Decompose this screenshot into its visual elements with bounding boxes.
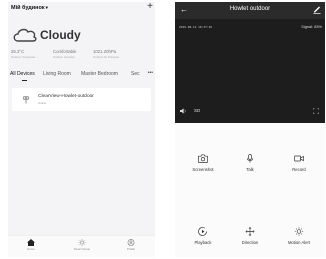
direction-button[interactable]: Direction <box>228 227 272 245</box>
video-timestamp: 2019-08-12 10:37:46 <box>179 25 213 29</box>
room-tabs: All Devices Living Room Master Bedroom S… <box>10 70 155 83</box>
tab-second-room[interactable]: Sec <box>131 71 140 77</box>
stat-value: 25.3°C <box>11 49 25 54</box>
stat-temperature: 25.3°C Outdoor Temperatu... <box>11 49 37 59</box>
signal-strength: Signal: 83% <box>301 24 322 29</box>
bottom-nav: Home Smart Scene Profile <box>8 235 155 257</box>
chevron-down-icon: ▾ <box>45 5 48 10</box>
add-icon[interactable]: + <box>147 2 153 12</box>
nav-smart-scene[interactable]: Smart Scene <box>67 239 97 251</box>
quality-toggle[interactable]: SD <box>194 108 200 113</box>
weather-stats: 25.3°C Outdoor Temperatu... Comfortable … <box>11 49 151 63</box>
nav-home[interactable]: Home <box>16 239 46 251</box>
nav-label: Profile <box>127 247 135 251</box>
cloud-icon <box>13 28 37 42</box>
live-video[interactable]: 2019-08-12 10:37:46 Signal: 83% SD <box>175 19 325 123</box>
profile-icon <box>127 239 135 246</box>
home-icon <box>27 239 35 246</box>
camera-device-icon <box>23 96 29 104</box>
playback-icon <box>198 227 207 236</box>
home-name: Мій будинок <box>11 5 45 11</box>
video-camera-icon <box>294 155 304 162</box>
control-label: Direction <box>241 240 259 245</box>
record-button[interactable]: Record <box>277 154 321 172</box>
stat-humidity: Comfortable Outdoor Humidity <box>53 49 76 59</box>
motion-alert-icon <box>294 227 304 236</box>
control-label: Playback <box>194 240 212 245</box>
edit-icon[interactable] <box>313 5 321 14</box>
microphone-icon <box>246 154 254 163</box>
stat-value: Comfortable <box>53 49 77 54</box>
control-label: Motion Alert <box>287 240 311 245</box>
camera-icon <box>198 154 208 163</box>
more-icon[interactable]: ••• <box>148 70 153 76</box>
camera-topbar: ← Howlet outdoor <box>175 2 325 19</box>
device-card[interactable]: ClearView-Howlet-outdoor Online <box>12 88 151 111</box>
home-header: Мій будинок▾ + <box>11 2 155 15</box>
fullscreen-icon[interactable] <box>313 108 319 114</box>
active-tab-indicator <box>22 80 27 81</box>
nav-label: Smart Scene <box>73 247 91 251</box>
sun-icon <box>78 239 86 246</box>
tab-living-room[interactable]: Living Room <box>43 71 71 77</box>
stat-label: Outdoor Temperatu... <box>11 55 38 59</box>
home-screen: Мій будинок▾ + Cloudy 25.3°C Outdoor Tem… <box>8 2 155 257</box>
motion-alert-button[interactable]: Motion Alert <box>277 227 321 245</box>
playback-button[interactable]: Playback <box>181 227 225 245</box>
camera-title: Howlet outdoor <box>229 6 271 12</box>
talk-button[interactable]: Talk <box>228 154 272 172</box>
camera-screen: ← Howlet outdoor 2019-08-12 10:37:46 Sig… <box>175 2 325 257</box>
device-name: ClearView-Howlet-outdoor <box>38 94 94 99</box>
weather-label: Cloudy <box>40 28 81 42</box>
direction-arrows-icon <box>245 227 255 236</box>
stat-label: Outdoor Humidity <box>53 55 75 59</box>
weather-widget: Cloudy <box>12 26 152 46</box>
video-controls: SD <box>175 106 325 116</box>
stat-value: 1021.20hPa <box>93 49 117 54</box>
nav-label: Home <box>27 247 35 251</box>
speaker-icon[interactable] <box>180 108 187 114</box>
tab-all-devices[interactable]: All Devices <box>10 71 35 77</box>
control-label: Talk <box>246 167 254 172</box>
control-label: Screenshot <box>192 167 214 172</box>
stat-pressure: 1021.20hPa Outdoor Air Pressure <box>93 49 119 59</box>
camera-controls: Screenshot Talk Record Playback Directio… <box>175 123 325 257</box>
device-status: Online <box>38 101 47 105</box>
screenshot-button[interactable]: Screenshot <box>181 154 225 172</box>
nav-profile[interactable]: Profile <box>116 239 146 251</box>
control-label: Record <box>292 167 306 172</box>
stat-label: Outdoor Air Pressure <box>93 55 120 59</box>
home-selector[interactable]: Мій будинок▾ <box>11 5 48 11</box>
tab-master-bedroom[interactable]: Master Bedroom <box>81 71 118 77</box>
